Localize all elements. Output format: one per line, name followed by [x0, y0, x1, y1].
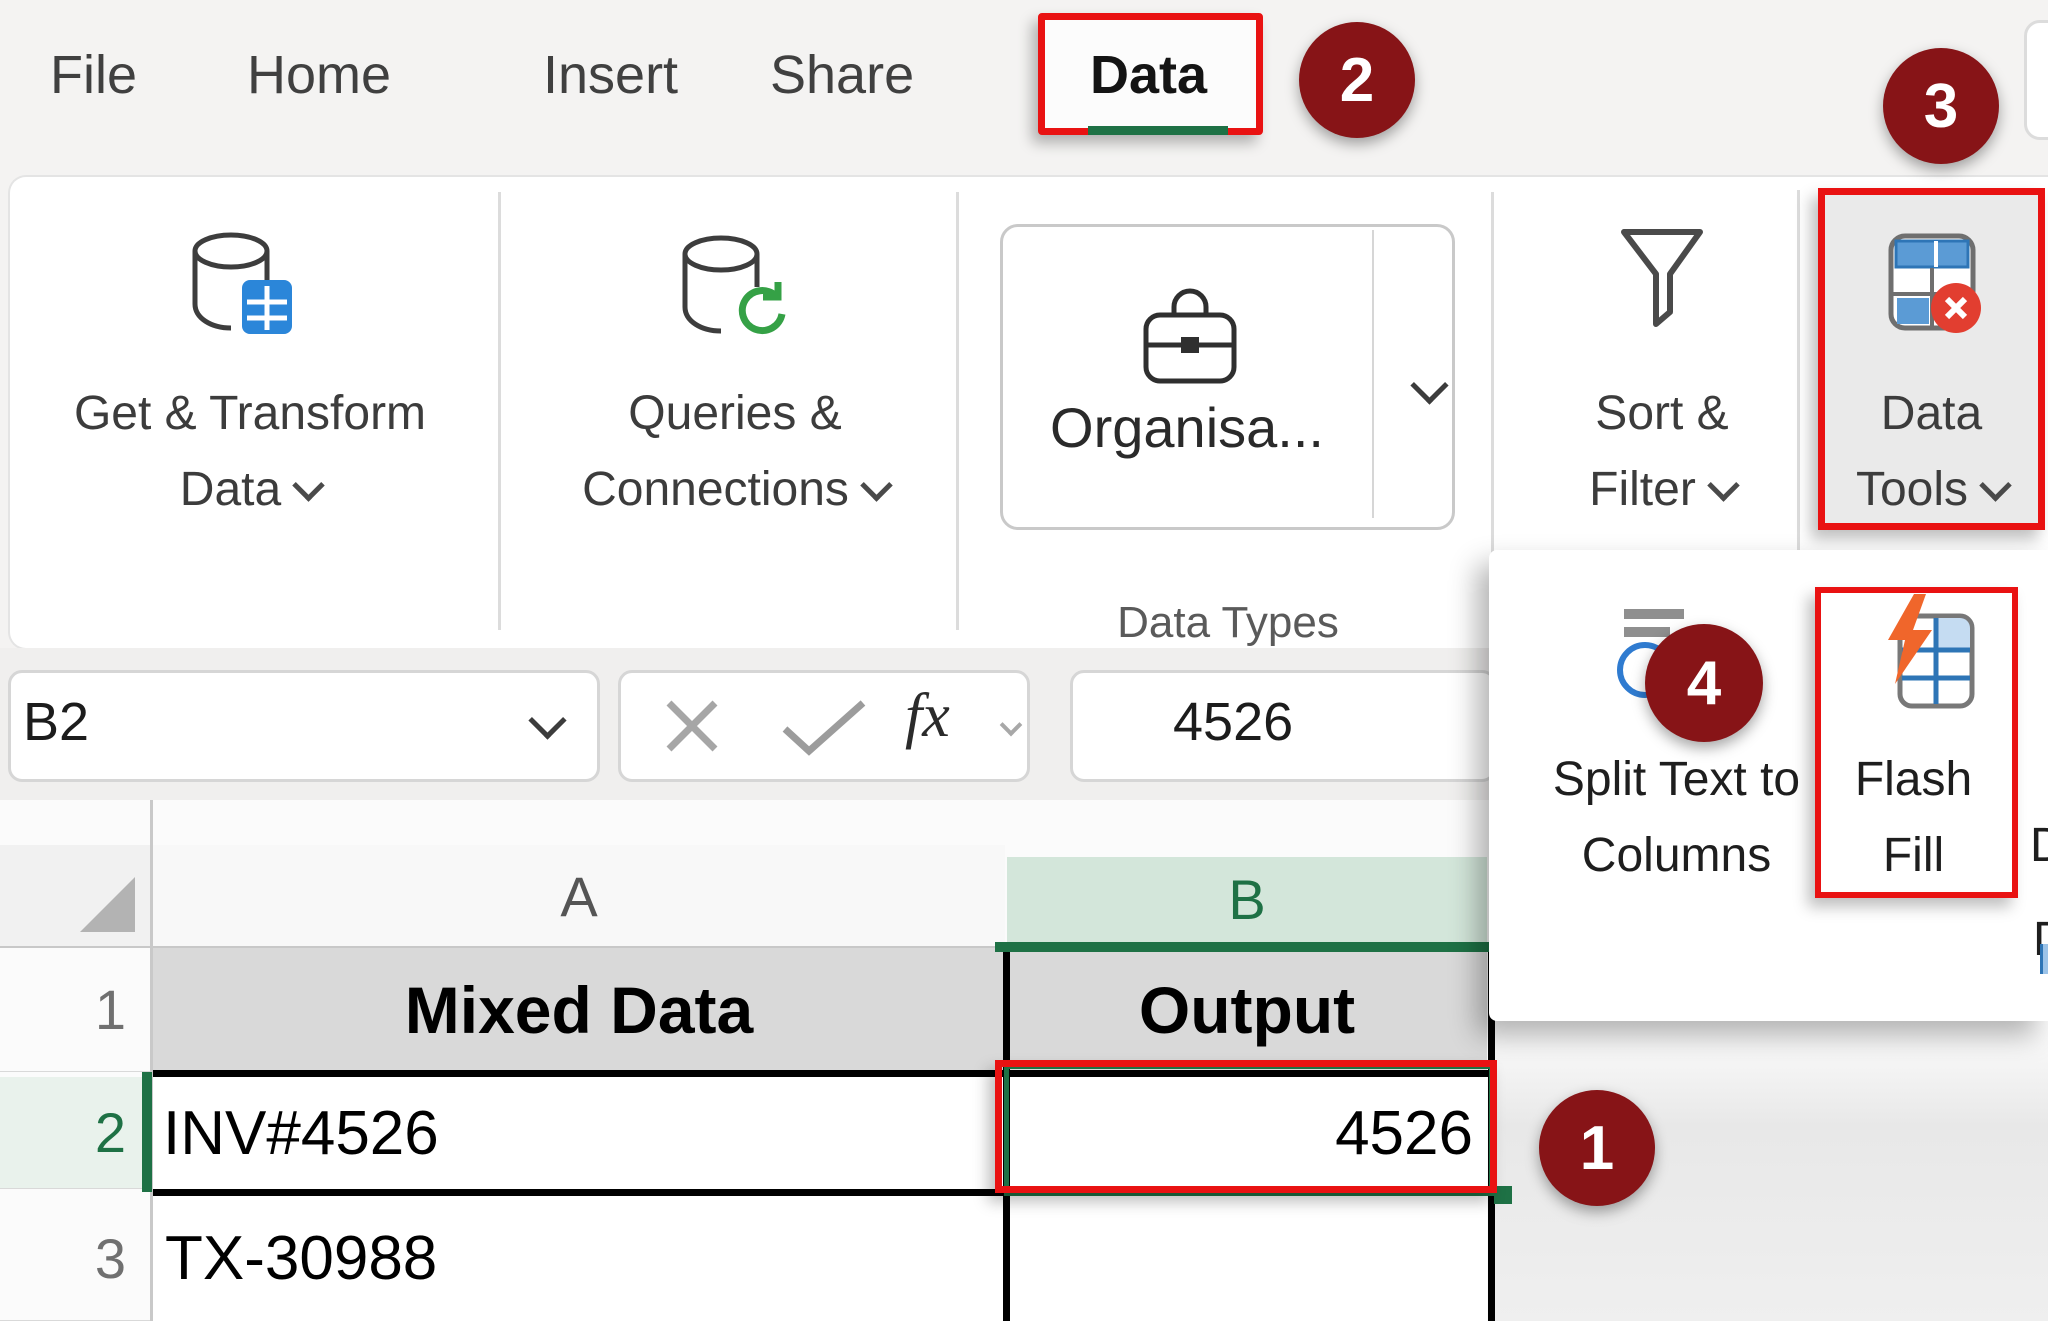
selected-column-underline	[995, 942, 1489, 952]
chevron-down-icon	[292, 469, 325, 502]
get-transform-button[interactable]: Get & Transform	[35, 386, 465, 441]
data-tools-button[interactable]: Data	[1830, 386, 2033, 441]
flash-fill-button[interactable]: Flash	[1821, 752, 2006, 807]
excel-window: File Home Insert Share Data 2 Get & Tran…	[0, 0, 2048, 1321]
row-header-1[interactable]: 1	[0, 948, 150, 1072]
queries-connections-dropdown[interactable]: Connections	[520, 462, 950, 517]
cell-reference: B2	[23, 691, 89, 753]
active-tab-underline	[1088, 126, 1228, 135]
cell-b3[interactable]	[1007, 1196, 1487, 1321]
queries-label-2: Connections	[582, 463, 849, 516]
formula-value: 4526	[1173, 691, 1293, 753]
cell-a1[interactable]: Mixed Data	[153, 948, 1005, 1072]
data-tools-label: Data	[1881, 387, 1982, 440]
ribbon-divider	[498, 192, 501, 630]
column-header-b[interactable]: B	[1007, 857, 1487, 942]
table-blue-icon	[240, 278, 294, 341]
queries-connections-button[interactable]: Queries &	[520, 386, 950, 441]
tab-file[interactable]: File	[50, 44, 137, 106]
split-button-divider	[1372, 230, 1374, 518]
selected-row-strip	[142, 1072, 152, 1192]
annotation-box-b2	[995, 1060, 1497, 1193]
chevron-down-icon	[1707, 469, 1740, 502]
data-validation-label-fragment: D	[2030, 818, 2048, 873]
chevron-down-icon	[1000, 714, 1023, 737]
annotation-badge-2: 2	[1299, 22, 1415, 138]
cell-a2[interactable]: INV#4526	[153, 1077, 1005, 1189]
organisation-label: Organisa...	[1002, 395, 1372, 460]
tab-data[interactable]: Data	[1090, 44, 1207, 106]
annotation-badge-4: 4	[1645, 624, 1763, 742]
formula-input[interactable]: 4526	[1070, 670, 1496, 782]
get-transform-dropdown[interactable]: Data	[35, 462, 465, 517]
name-box[interactable]: B2	[8, 670, 600, 782]
sort-filter-button[interactable]: Sort &	[1540, 386, 1784, 441]
data-tools-dropdown[interactable]: Tools	[1830, 462, 2033, 517]
ribbon-divider	[956, 192, 959, 630]
enter-check-icon[interactable]	[781, 699, 867, 770]
row-header-3[interactable]: 3	[0, 1196, 150, 1321]
split-text-to-columns-button-line2[interactable]: Columns	[1500, 828, 1853, 883]
window-corner-fragment	[2024, 20, 2048, 140]
cell-b1[interactable]: Output	[1007, 948, 1487, 1072]
cancel-icon[interactable]	[663, 697, 721, 768]
sort-filter-dropdown[interactable]: Filter	[1540, 462, 1784, 517]
split-text-icon	[1624, 609, 1684, 619]
sort-filter-label-2: Filter	[1589, 463, 1696, 516]
annotation-badge-3: 3	[1883, 48, 1999, 164]
flash-fill-button-line2[interactable]: Fill	[1821, 828, 2006, 883]
data-tools-icon	[1888, 228, 1984, 341]
chevron-down-icon	[860, 469, 893, 502]
get-transform-label-2: Data	[180, 463, 281, 516]
flash-fill-icon	[1884, 594, 1980, 719]
chevron-down-icon	[528, 701, 566, 739]
split-text-to-columns-button[interactable]: Split Text to	[1500, 752, 1853, 807]
tab-insert[interactable]: Insert	[543, 44, 678, 106]
tab-share[interactable]: Share	[770, 44, 914, 106]
refresh-icon	[730, 280, 788, 345]
filter-funnel-icon	[1620, 228, 1704, 335]
formula-controls: fx	[618, 670, 1030, 782]
edge-icon-fragment	[2040, 944, 2048, 974]
group-label-data-types: Data Types	[1028, 598, 1428, 648]
annotation-badge-1: 1	[1539, 1090, 1655, 1206]
queries-label: Queries &	[628, 387, 841, 440]
chevron-down-icon	[1979, 469, 2012, 502]
tab-home[interactable]: Home	[247, 44, 391, 106]
split-text-icon	[1624, 627, 1670, 637]
column-header-a[interactable]: A	[153, 845, 1005, 948]
row-header-2[interactable]: 2	[0, 1077, 150, 1189]
fx-insert-function-icon[interactable]: fx	[905, 681, 950, 752]
cell-a3[interactable]: TX-30988	[153, 1196, 1005, 1321]
sort-filter-label: Sort &	[1595, 387, 1728, 440]
briefcase-icon	[1143, 283, 1237, 390]
get-transform-label: Get & Transform	[74, 387, 426, 440]
data-tools-label-2: Tools	[1856, 463, 1968, 516]
